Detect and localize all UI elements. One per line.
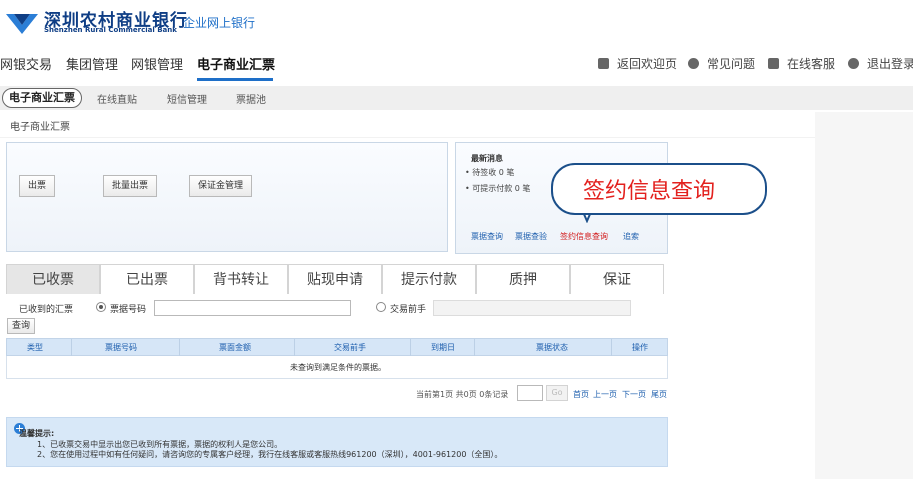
action-panel: 出票 批量出票 保证金管理: [6, 142, 448, 252]
chat-label: 在线客服: [787, 57, 836, 71]
bank-name-en: Shenzhen Rural Commercial Bank: [44, 26, 177, 34]
empty-message: 未查询到满足条件的票据。: [290, 363, 386, 372]
logout-label: 退出登录: [867, 57, 913, 71]
col-divider: [611, 339, 612, 357]
tips-line-2: 2、您在使用过程中如有任何疑问，请咨询您的专属客户经理，我行在线客服或客服热线9…: [37, 450, 503, 459]
nav-item-e-bills[interactable]: 电子商业汇票: [197, 54, 275, 73]
faq-link[interactable]: 常见问题: [688, 55, 755, 72]
news-payable: • 可提示付款 0 笔: [465, 184, 531, 193]
header: 深圳农村商业银行 Shenzhen Rural Commercial Bank …: [0, 0, 913, 42]
tab-pledge[interactable]: 质押: [476, 264, 570, 294]
counterparty-input[interactable]: [433, 300, 631, 316]
col-actions: 操作: [632, 343, 648, 352]
next-page-link[interactable]: 下一页: [622, 389, 646, 400]
sub-nav: 电子商业汇票 在线直贴 短信管理 票据池: [0, 86, 913, 110]
tab-issued[interactable]: 已出票: [100, 264, 194, 294]
breadcrumb: 电子商业汇票: [10, 122, 70, 133]
subnav-item-e-bills[interactable]: 电子商业汇票: [2, 88, 82, 108]
table-row: 未查询到满足条件的票据。: [6, 356, 668, 379]
callout-bubble: 签约信息查询: [551, 163, 767, 215]
col-due-date: 到期日: [431, 343, 455, 352]
subnav-item-bill-pool[interactable]: 票据池: [236, 91, 266, 106]
tips-title: 温馨提示:: [19, 429, 55, 438]
col-divider: [474, 339, 475, 357]
chat-link[interactable]: 在线客服: [768, 55, 835, 72]
col-bill-number: 票据号码: [105, 343, 137, 352]
bill-number-radio[interactable]: [96, 302, 106, 312]
col-amount: 票面金额: [219, 343, 251, 352]
nav-active-indicator: [197, 78, 273, 81]
bill-verify-link[interactable]: 票据查验: [515, 231, 547, 242]
go-button[interactable]: Go: [546, 385, 568, 401]
subnav-item-sms[interactable]: 短信管理: [167, 91, 207, 106]
tab-received[interactable]: 已收票: [6, 264, 100, 294]
nav-item-transactions[interactable]: 网银交易: [0, 54, 52, 73]
col-divider: [410, 339, 411, 357]
nav-item-ebank-mgmt[interactable]: 网银管理: [131, 54, 183, 73]
bill-number-input[interactable]: [154, 300, 351, 316]
first-page-link[interactable]: 首页: [573, 389, 589, 400]
col-divider: [179, 339, 180, 357]
tab-discount[interactable]: 贴现申请: [288, 264, 382, 294]
bill-number-label: 票据号码: [110, 305, 147, 315]
table-header: 类型 票据号码 票面金额 交易前手 到期日 票据状态 操作: [6, 338, 668, 357]
subnav-item-discount[interactable]: 在线直贴: [97, 91, 137, 106]
query-button[interactable]: 查询: [7, 318, 35, 334]
col-counterparty: 交易前手: [334, 343, 366, 352]
news-pending-receipt: • 待签收 0 笔: [465, 168, 515, 177]
tab-guarantee[interactable]: 保证: [570, 264, 664, 294]
chat-icon: [768, 58, 779, 69]
last-page-link[interactable]: 尾页: [651, 389, 667, 400]
pager-info: 当前第1页 共0页 0条记录: [416, 390, 509, 399]
welcome-link[interactable]: 返回欢迎页: [598, 55, 677, 72]
power-icon: [848, 58, 859, 69]
bill-tabs: 已收票 已出票 背书转让 贴现申请 提示付款 质押 保证: [6, 264, 664, 294]
page-input[interactable]: [517, 385, 543, 401]
filter-label: 已收到的汇票: [19, 305, 74, 315]
callout-text: 签约信息查询: [583, 179, 716, 204]
help-icon: [688, 58, 699, 69]
home-icon: [598, 58, 609, 69]
logout-link[interactable]: 退出登录: [848, 55, 913, 72]
nav-item-group[interactable]: 集团管理: [66, 54, 118, 73]
side-area: [815, 112, 913, 479]
col-type: 类型: [27, 343, 43, 352]
counterparty-radio[interactable]: [376, 302, 386, 312]
prev-page-link[interactable]: 上一页: [593, 389, 617, 400]
breadcrumb-bar: [0, 112, 815, 138]
batch-issue-button[interactable]: 批量出票: [103, 175, 158, 197]
tab-payment[interactable]: 提示付款: [382, 264, 476, 294]
issue-bill-button[interactable]: 出票: [19, 175, 56, 197]
col-divider: [71, 339, 72, 357]
recourse-link[interactable]: 追索: [623, 231, 639, 242]
bank-logo-icon: [6, 14, 38, 34]
faq-label: 常见问题: [707, 57, 756, 71]
news-title: 最新消息: [471, 154, 503, 163]
welcome-label: 返回欢迎页: [617, 57, 678, 71]
portal-title: 企业网上银行: [183, 16, 256, 30]
tab-endorse[interactable]: 背书转让: [194, 264, 288, 294]
main-nav: 网银交易 集团管理 网银管理 电子商业汇票 返回欢迎页 常见问题 在线客服 退出…: [0, 48, 913, 82]
contract-query-link[interactable]: 签约信息查询: [560, 231, 608, 242]
tips-panel: 温馨提示: 1、已收票交易中显示出您已收到所有票据，票据的权利人是您公司。 2、…: [6, 417, 668, 467]
deposit-mgmt-button[interactable]: 保证金管理: [189, 175, 253, 197]
counterparty-label: 交易前手: [390, 305, 427, 315]
col-divider: [294, 339, 295, 357]
bill-query-link[interactable]: 票据查询: [471, 231, 503, 242]
col-status: 票据状态: [536, 343, 568, 352]
